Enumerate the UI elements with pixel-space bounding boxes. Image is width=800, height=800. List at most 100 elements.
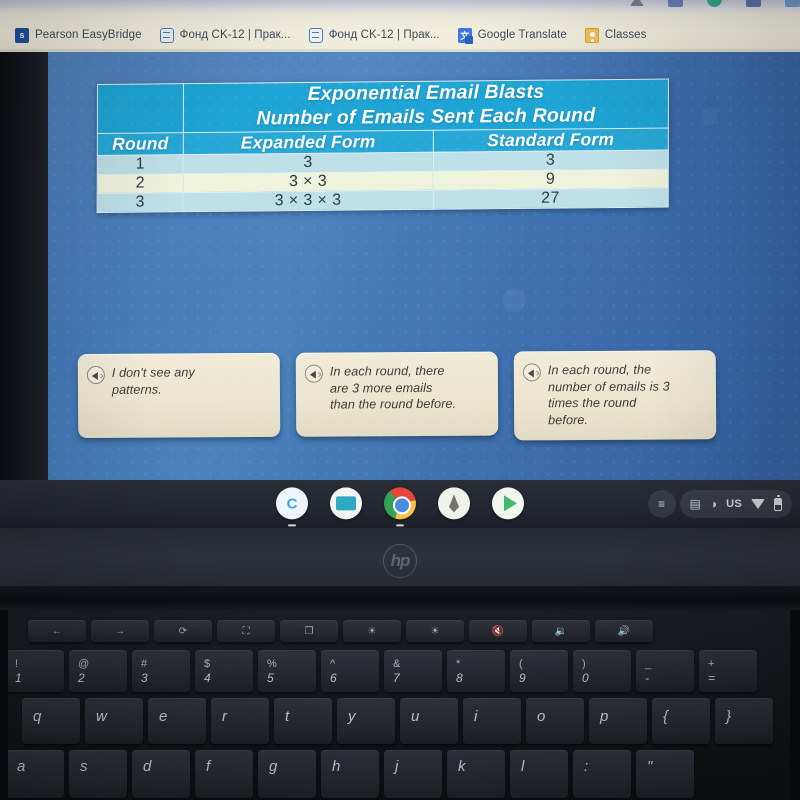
battery-icon[interactable] xyxy=(774,495,782,511)
keyboard-home-row[interactable]: a s d f g h j k l : " xyxy=(6,750,694,798)
speaker-icon[interactable] xyxy=(304,364,323,383)
key-f[interactable]: f xyxy=(195,750,253,798)
bookmark-label: Фонд CK-12 | Прак... xyxy=(179,29,291,41)
cell-round: 1 xyxy=(97,154,184,175)
shelf-item-school-app[interactable] xyxy=(438,487,470,520)
extension-icon-2[interactable] xyxy=(707,0,722,7)
key-overview[interactable]: ❐ xyxy=(280,620,338,642)
key-o[interactable]: o xyxy=(526,698,584,744)
bookmark-ck12-1[interactable]: Фонд CK-12 | Прак... xyxy=(151,24,300,46)
key-u[interactable]: u xyxy=(400,698,458,744)
key-p[interactable]: p xyxy=(589,698,647,744)
key-h[interactable]: h xyxy=(321,750,379,798)
shelf-app-list[interactable]: C xyxy=(276,487,524,527)
answer-card-1[interactable]: I don't see any patterns. xyxy=(77,352,281,439)
answer-choices[interactable]: I don't see any patterns. In each round,… xyxy=(77,350,769,444)
contrast-icon[interactable]: ◑ xyxy=(710,498,717,510)
key-d[interactable]: d xyxy=(132,750,190,798)
browser-tab-strip[interactable] xyxy=(0,0,800,13)
key-t[interactable]: t xyxy=(274,698,332,744)
lesson-screen: Exponential Email Blasts Number of Email… xyxy=(48,52,800,480)
status-tray[interactable]: ▤ ◑ US xyxy=(679,490,792,518)
bookmark-classes[interactable]: Classes xyxy=(576,24,656,46)
key-forward[interactable]: → xyxy=(91,620,149,642)
key-y[interactable]: y xyxy=(337,698,395,744)
table-title-line1: Exponential Email Blasts xyxy=(307,80,545,105)
answer-line: before. xyxy=(548,412,589,428)
table-title-row: Exponential Email Blasts Number of Email… xyxy=(97,79,669,134)
key-bracket-left[interactable]: { xyxy=(652,698,710,744)
key-1[interactable]: ! 1 xyxy=(6,650,64,692)
wifi-icon[interactable] xyxy=(751,499,765,509)
bookmark-star-icon[interactable] xyxy=(630,0,644,6)
key-quote[interactable]: " xyxy=(636,750,694,798)
key-volume-down[interactable]: 🔉 xyxy=(532,620,590,642)
system-tray[interactable]: ≡ ▤ ◑ US xyxy=(647,490,792,518)
key-i[interactable]: i xyxy=(463,698,521,744)
key-e[interactable]: e xyxy=(148,698,206,744)
key-9[interactable]: ( 9 xyxy=(510,650,568,692)
extension-icons[interactable] xyxy=(630,0,800,13)
extension-icon-3[interactable] xyxy=(746,0,761,7)
key-minus[interactable]: _ - xyxy=(636,650,694,692)
key-mute[interactable]: 🔇 xyxy=(469,620,527,642)
answer-line: patterns. xyxy=(111,382,162,397)
key-brightness-down[interactable]: ☀ xyxy=(343,620,401,642)
key-w[interactable]: w xyxy=(85,698,143,744)
bookmark-ck12-2[interactable]: Фонд CK-12 | Прак... xyxy=(300,24,449,46)
key-r[interactable]: r xyxy=(211,698,269,744)
keyboard-number-row[interactable]: ! 1 @ 2 # 3 $ 4 % 5 ^ 6 & 7 * 8 (9) 0 … xyxy=(6,650,757,692)
extension-icon-4[interactable] xyxy=(785,0,800,7)
key-equals[interactable]: + = xyxy=(699,650,757,692)
key-k[interactable]: k xyxy=(447,750,505,798)
extension-icon-1[interactable] xyxy=(668,0,683,7)
key-reload[interactable]: ⟳ xyxy=(154,620,212,642)
key-a[interactable]: a xyxy=(6,750,64,798)
shelf-item-clever-app[interactable]: C xyxy=(276,487,308,527)
laptop-keyboard[interactable]: ← → ⟳ ⛶ ❐ ☀ ☀ 🔇 🔉 🔊 ! 1 @ 2 # 3 $ 4 % 5 … xyxy=(0,610,800,800)
cell-standard: 27 xyxy=(432,187,669,209)
answer-card-2[interactable]: In each round, there are 3 more emails t… xyxy=(295,351,499,437)
key-4[interactable]: $ 4 xyxy=(195,650,253,692)
key-0[interactable]: ) 0 xyxy=(573,650,631,692)
bookmarks-bar[interactable]: s Pearson EasyBridge Фонд CK-12 | Прак..… xyxy=(0,18,800,52)
locale-indicator[interactable]: US xyxy=(726,498,742,510)
key-volume-up[interactable]: 🔊 xyxy=(595,620,653,642)
notes-icon[interactable]: ≡ xyxy=(647,490,676,518)
key-6[interactable]: ^ 6 xyxy=(321,650,379,692)
speaker-icon[interactable] xyxy=(522,363,541,382)
key-l[interactable]: l xyxy=(510,750,568,798)
laptop-hinge xyxy=(0,586,800,612)
key-g[interactable]: g xyxy=(258,750,316,798)
table-title-line2: Number of Emails Sent Each Round xyxy=(256,103,596,130)
key-5[interactable]: % 5 xyxy=(258,650,316,692)
shelf-item-education-app[interactable] xyxy=(330,487,362,520)
browser-chrome: s Pearson EasyBridge Фонд CK-12 | Прак..… xyxy=(0,0,800,52)
key-j[interactable]: j xyxy=(384,750,442,798)
files-icon[interactable]: ▤ xyxy=(690,498,701,510)
key-2[interactable]: @ 2 xyxy=(69,650,127,692)
key-semicolon[interactable]: : xyxy=(573,750,631,798)
shelf-item-play-store-app[interactable] xyxy=(492,487,524,520)
key-3[interactable]: # 3 xyxy=(132,650,190,692)
bookmark-label: Classes xyxy=(604,29,647,41)
speaker-icon[interactable] xyxy=(86,365,105,385)
key-brightness-up[interactable]: ☀ xyxy=(406,620,464,642)
bookmark-pearson-easybridge[interactable]: s Pearson EasyBridge xyxy=(6,24,151,46)
google-translate-icon: 文 xyxy=(457,27,473,44)
cell-round: 2 xyxy=(97,173,184,194)
answer-card-3[interactable]: In each round, the number of emails is 3… xyxy=(513,350,717,441)
shelf-item-chrome-app[interactable] xyxy=(384,487,416,527)
key-q[interactable]: q xyxy=(22,698,80,744)
key-7[interactable]: & 7 xyxy=(384,650,442,692)
keyboard-function-row[interactable]: ← → ⟳ ⛶ ❐ ☀ ☀ 🔇 🔉 🔊 xyxy=(28,620,653,642)
chromeos-shelf[interactable]: C ≡ ▤ ◑ US xyxy=(0,480,800,528)
key-back[interactable]: ← xyxy=(28,620,86,642)
bookmark-google-translate[interactable]: 文 Google Translate xyxy=(449,24,576,46)
key-s[interactable]: s xyxy=(69,750,127,798)
keyboard-qwerty-row[interactable]: q w e r t y u i o p { } xyxy=(22,698,773,744)
key-fullscreen[interactable]: ⛶ xyxy=(217,620,275,642)
key-8[interactable]: * 8 xyxy=(447,650,505,692)
key-bracket-right[interactable]: } xyxy=(715,698,773,744)
cell-expanded: 3 × 3 xyxy=(183,170,433,193)
